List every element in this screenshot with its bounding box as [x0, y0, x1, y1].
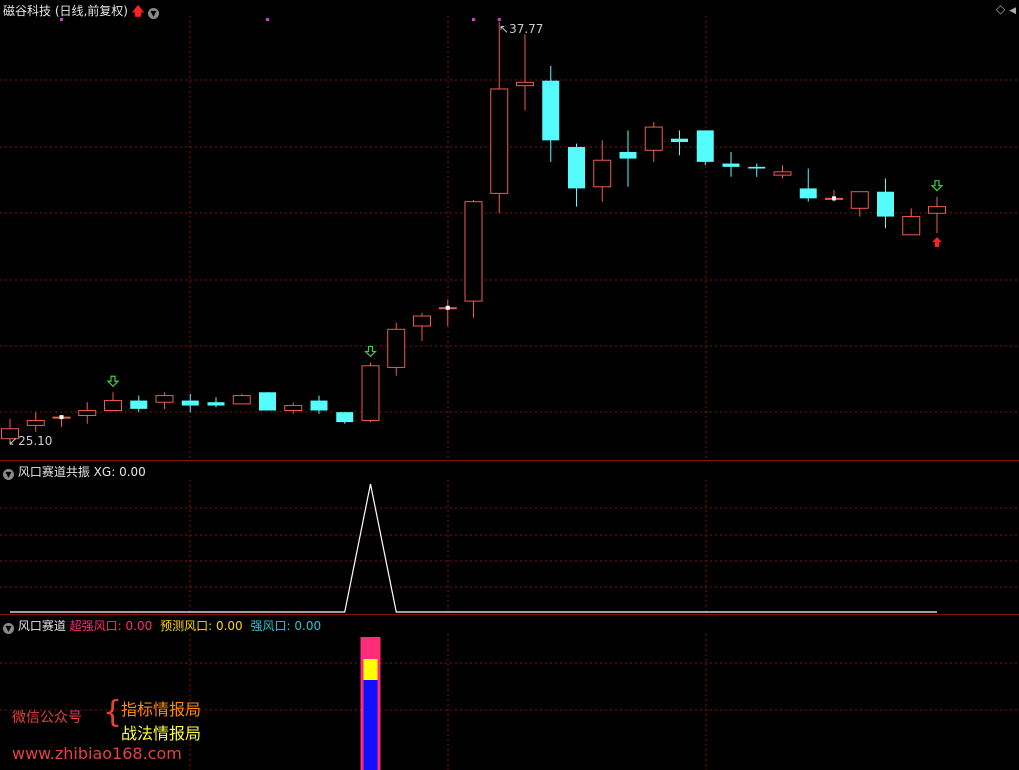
- panel-separator: [0, 614, 1019, 615]
- strong-bar: [363, 680, 378, 770]
- predicted-value: 0.00: [215, 619, 243, 633]
- candle-body: [104, 400, 122, 412]
- candle-body: [902, 216, 921, 236]
- candle-body: [232, 395, 251, 405]
- diamond-icon[interactable]: ◇: [996, 2, 1005, 16]
- green-down-arrow-icon: [930, 180, 944, 192]
- candle-body: [773, 171, 792, 176]
- red-up-arrow-icon: 🡅: [131, 4, 145, 18]
- candle-body: [696, 130, 714, 162]
- candle-body: [78, 410, 97, 416]
- panel3-indicator-name[interactable]: 风口赛道: [18, 619, 66, 633]
- strong-label: 强风口:: [250, 619, 291, 633]
- candle-body: [722, 163, 740, 167]
- super-strong-label: 超强风口:: [69, 619, 122, 633]
- candle-body: [850, 191, 869, 209]
- candle-body: [155, 395, 174, 403]
- panel3-header: ▼ 风口赛道 超强风口: 0.00 预测风口: 0.00 强风口: 0.00: [3, 617, 321, 634]
- candle-body: [181, 400, 199, 406]
- green-down-arrow-icon: [364, 345, 377, 358]
- promo-line-1: 指标情报局: [121, 700, 202, 719]
- chevron-down-icon[interactable]: ▼: [148, 8, 159, 19]
- candle-body: [516, 81, 534, 87]
- chevron-down-icon[interactable]: ▼: [3, 623, 14, 634]
- doji-marker: [832, 196, 836, 201]
- kline-chart[interactable]: [0, 0, 1019, 770]
- candle-body: [671, 138, 688, 142]
- strong-value: 0.00: [294, 619, 322, 633]
- candle-body: [464, 201, 483, 302]
- candle-body: [207, 402, 225, 406]
- candle-body: [361, 365, 380, 421]
- xg-label: XG:: [93, 465, 116, 479]
- signal-dot: [266, 18, 269, 21]
- candle-body: [799, 188, 817, 199]
- predicted-label: 预测风口:: [160, 619, 213, 633]
- candle-body: [284, 405, 303, 412]
- candle-body: [387, 328, 406, 368]
- panel-separator: [0, 460, 1019, 461]
- promo-url[interactable]: www.zhibiao168.com: [12, 744, 182, 763]
- candle-body: [542, 80, 560, 141]
- candle-body: [259, 392, 276, 411]
- candle-body: [310, 400, 328, 411]
- candle-body: [619, 151, 637, 159]
- doji-marker: [59, 415, 64, 420]
- super-strong-value: 0.00: [125, 619, 153, 633]
- red-up-arrow-icon: [932, 237, 942, 248]
- xg-line: [10, 483, 937, 613]
- stock-title[interactable]: 磁谷科技 (日线,前复权): [3, 4, 128, 18]
- doji-marker: [445, 305, 450, 310]
- promo-wechat-label: 微信公众号: [12, 710, 82, 726]
- candle-body: [748, 166, 766, 169]
- candle-body: [130, 400, 148, 409]
- green-down-arrow-icon: [106, 375, 120, 388]
- chevron-down-icon[interactable]: ▼: [3, 469, 14, 480]
- candle-body: [644, 126, 663, 151]
- signal-dot: [472, 18, 475, 21]
- candle-body: [877, 191, 894, 217]
- panel2-indicator-name[interactable]: 风口赛道共振: [18, 465, 90, 479]
- low-price-label: ↙25.10: [8, 434, 53, 448]
- xg-value: 0.00: [119, 465, 146, 479]
- main-panel-controls: ◇ ◀: [996, 2, 1016, 16]
- candle-body: [593, 159, 612, 188]
- candle-body: [568, 146, 585, 189]
- candle-body: [336, 412, 354, 423]
- candle-body: [26, 419, 45, 426]
- promo-brace: {: [103, 695, 123, 730]
- triangle-left-icon[interactable]: ◀: [1009, 6, 1016, 16]
- signal-dot: [497, 18, 501, 21]
- promo-line-2: 战法情报局: [121, 724, 202, 743]
- candle-body: [490, 88, 509, 194]
- main-panel-header: 磁谷科技 (日线,前复权) 🡅 ▼: [3, 2, 159, 23]
- candle-body: [413, 315, 431, 327]
- candle-body: [928, 206, 946, 214]
- panel2-header: ▼ 风口赛道共振 XG: 0.00: [3, 463, 146, 480]
- high-price-label: ↖37.77: [499, 22, 544, 36]
